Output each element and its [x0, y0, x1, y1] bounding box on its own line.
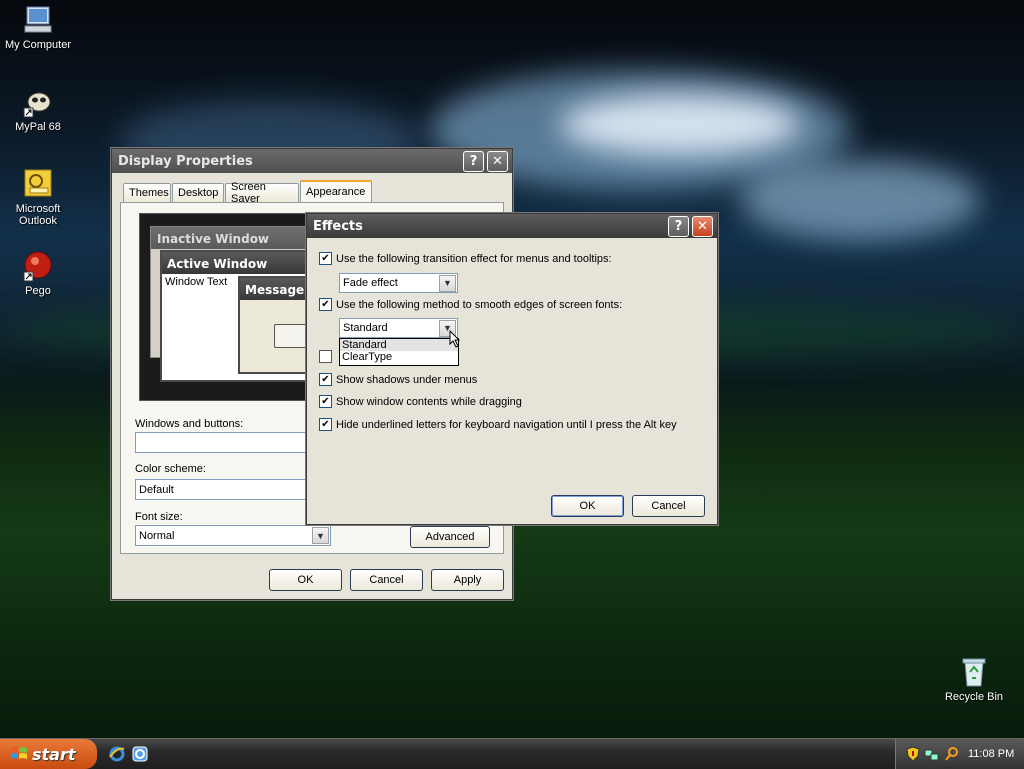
computer-icon	[24, 6, 52, 33]
clock[interactable]: 11:08 PM	[968, 748, 1014, 760]
desktop-icon-label: My Computer	[4, 39, 72, 51]
close-button[interactable]: ✕	[692, 215, 713, 237]
smoothing-method-value: Standard	[343, 322, 388, 334]
desktop-icon-label: Recycle Bin	[944, 691, 1004, 703]
windows-and-buttons-select[interactable]	[135, 432, 331, 453]
dropdown-option-cleartype[interactable]: ClearType	[340, 351, 458, 363]
tab-desktop[interactable]: Desktop	[172, 183, 224, 202]
transition-effect-value: Fade effect	[343, 277, 398, 289]
checkbox-box	[319, 350, 332, 363]
search-icon[interactable]	[944, 746, 960, 762]
windows-and-buttons-label: Windows and buttons:	[135, 418, 244, 430]
checkmark-icon: ✔	[319, 298, 332, 311]
internet-explorer-icon[interactable]	[108, 745, 126, 763]
desktop-icon-label: MyPal 68	[15, 121, 61, 133]
desktop-icon-outlook[interactable]: Microsoft Outlook	[0, 168, 76, 227]
tab-themes[interactable]: Themes	[123, 183, 171, 202]
color-scheme-label: Color scheme:	[135, 463, 206, 475]
checkbox-label: Hide underlined letters for keyboard nav…	[336, 418, 677, 431]
dialog-title: Effects	[313, 218, 363, 234]
smooth-fonts-checkbox[interactable]: ✔ Use the following method to smooth edg…	[319, 298, 622, 311]
system-tray: 11:08 PM	[895, 739, 1024, 769]
drag-contents-checkbox[interactable]: ✔ Show window contents while dragging	[319, 395, 522, 408]
help-button[interactable]: ?	[463, 150, 484, 172]
color-scheme-select[interactable]: Default	[135, 479, 331, 500]
chevron-down-icon[interactable]: ▼	[439, 274, 456, 292]
mouse-cursor-icon	[449, 330, 461, 348]
tab-screen-saver[interactable]: Screen Saver	[225, 181, 299, 205]
color-scheme-value: Default	[139, 483, 174, 496]
desktop-icon-mypal[interactable]: MyPal 68	[0, 86, 76, 133]
advanced-button[interactable]: Advanced	[410, 526, 490, 548]
desktop-icon-my-computer[interactable]: My Computer	[0, 4, 76, 51]
network-icon[interactable]	[924, 746, 940, 762]
close-button[interactable]: ✕	[487, 150, 508, 172]
mypal-icon	[23, 92, 51, 118]
menu-shadows-checkbox[interactable]: ✔ Show shadows under menus	[319, 373, 477, 386]
desktop-icon-label: Microsoft Outlook	[15, 203, 61, 227]
outlook-icon	[24, 169, 52, 197]
effects-cancel-button[interactable]: Cancel	[632, 495, 705, 517]
browser-quick-launch-icon[interactable]	[131, 745, 149, 763]
start-label: start	[32, 744, 76, 764]
checkmark-icon: ✔	[319, 373, 332, 386]
font-size-label: Font size:	[135, 511, 183, 523]
pego-icon	[23, 251, 52, 282]
checkmark-icon: ✔	[319, 252, 332, 265]
font-size-value: Normal	[139, 529, 175, 542]
smoothing-method-select[interactable]: Standard ▼	[339, 318, 458, 338]
dropdown-option-standard[interactable]: Standard	[340, 339, 458, 351]
ok-button[interactable]: OK	[269, 569, 342, 591]
font-size-select[interactable]: Normal ▼	[135, 525, 331, 546]
checkbox-label: Show shadows under menus	[336, 373, 478, 386]
start-button[interactable]: start	[0, 739, 97, 769]
tab-appearance[interactable]: Appearance	[300, 180, 372, 202]
effects-titlebar[interactable]: Effects ? ✕	[307, 214, 717, 238]
chevron-down-icon[interactable]: ▼	[312, 527, 329, 544]
cancel-button[interactable]: Cancel	[350, 569, 423, 591]
desktop-icon-recycle-bin[interactable]: Recycle Bin	[936, 656, 1012, 703]
transition-effect-select[interactable]: Fade effect ▼	[339, 273, 458, 293]
apply-button[interactable]: Apply	[431, 569, 504, 591]
taskbar: start 11:08 PM	[0, 738, 1024, 769]
desktop-icon-label: Pego	[25, 285, 51, 297]
effects-dialog: Effects ? ✕ ✔ Use the following transiti…	[306, 213, 718, 525]
recycle-bin-icon	[962, 658, 986, 687]
hide-underlines-checkbox[interactable]: ✔ Hide underlined letters for keyboard n…	[319, 418, 677, 431]
smoothing-dropdown-list: Standard ClearType	[339, 338, 459, 366]
checkbox-label: Use the following method to smooth edges…	[336, 298, 623, 311]
checkmark-icon: ✔	[319, 418, 332, 431]
window-title: Display Properties	[118, 153, 253, 169]
display-properties-titlebar[interactable]: Display Properties ? ✕	[112, 149, 512, 173]
cloud-decoration	[560, 95, 800, 155]
checkbox-label: Use the following transition effect for …	[336, 252, 612, 265]
cloud-decoration	[740, 160, 980, 240]
transition-effect-checkbox[interactable]: ✔ Use the following transition effect fo…	[319, 252, 612, 265]
desktop-icon-pego[interactable]: Pego	[0, 250, 76, 297]
checkmark-icon: ✔	[319, 395, 332, 408]
partial-checkbox[interactable]	[319, 350, 336, 363]
help-button[interactable]: ?	[668, 215, 689, 237]
security-shield-icon[interactable]	[906, 746, 920, 762]
effects-ok-button[interactable]: OK	[551, 495, 624, 517]
checkbox-label: Show window contents while dragging	[336, 395, 522, 408]
windows-logo-icon	[11, 747, 27, 759]
